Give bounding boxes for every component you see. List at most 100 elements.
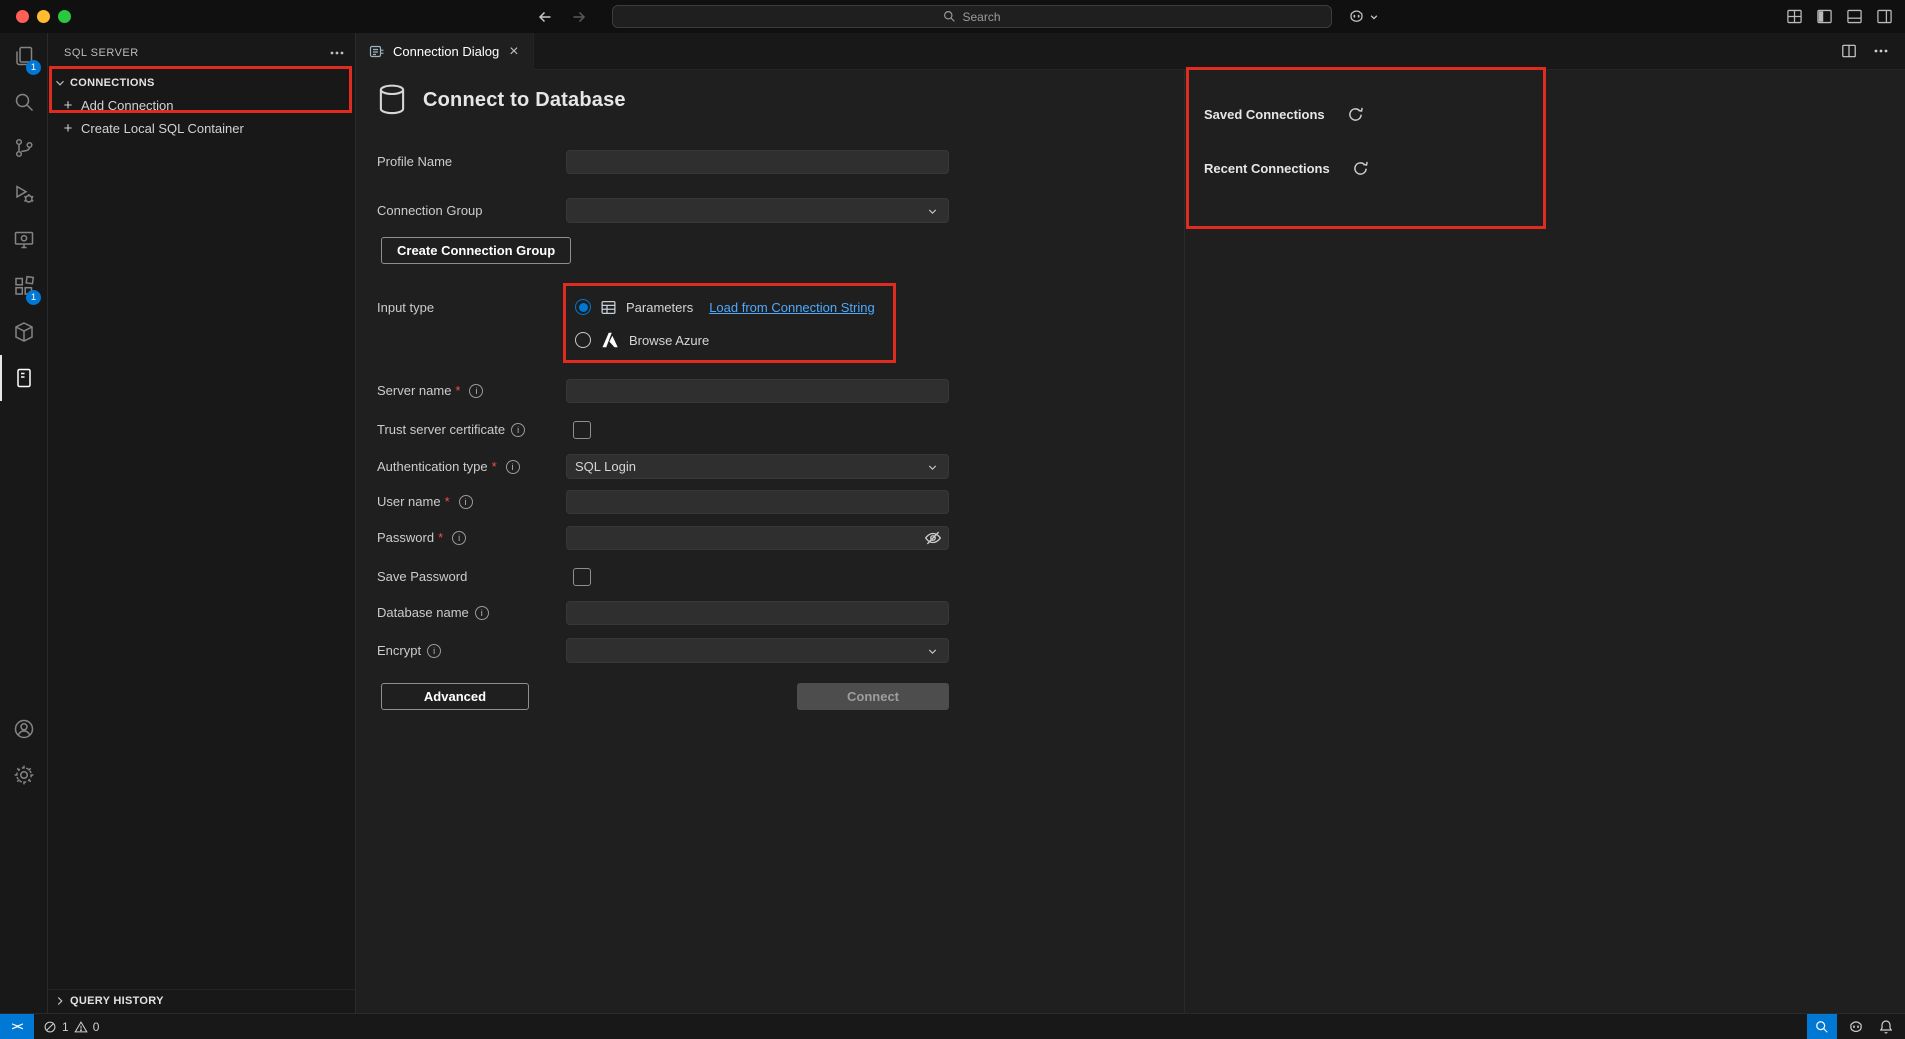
explorer-badge: 1 (26, 60, 41, 75)
activity-explorer[interactable]: 1 (0, 33, 48, 79)
activity-extensions[interactable]: 1 (0, 263, 48, 309)
password-label: Password* i (377, 530, 566, 545)
activity-source-control[interactable] (0, 125, 48, 171)
input-type-label: Input type (377, 300, 566, 315)
profile-name-input[interactable] (566, 150, 949, 174)
info-icon[interactable]: i (469, 384, 483, 398)
chevron-down-icon (926, 205, 939, 218)
problems-indicator[interactable]: 1 0 (43, 1020, 99, 1034)
refresh-icon[interactable] (1352, 160, 1369, 177)
split-editor-icon[interactable] (1841, 43, 1857, 59)
more-actions-icon[interactable] (1873, 43, 1889, 59)
remote-indicator[interactable]: >< (0, 1014, 34, 1039)
toggle-panel-icon[interactable] (1846, 8, 1863, 25)
info-icon[interactable]: i (452, 531, 466, 545)
search-icon (943, 10, 956, 23)
activity-accounts[interactable] (0, 706, 48, 752)
trust-cert-checkbox[interactable] (573, 421, 591, 439)
toggle-sidebar-icon[interactable] (1816, 8, 1833, 25)
more-actions-icon[interactable] (329, 45, 345, 61)
connection-dialog-content: Connect to Database Profile Name Connect… (357, 70, 1905, 1013)
browse-azure-radio[interactable] (575, 332, 591, 348)
save-password-label: Save Password (377, 569, 566, 584)
server-name-input[interactable] (566, 379, 949, 403)
sidebar-item-create-local-sql-container[interactable]: + Create Local SQL Container (48, 117, 355, 139)
command-center-search[interactable]: Search (612, 5, 1332, 28)
activity-remote-explorer[interactable] (0, 217, 48, 263)
package-icon (12, 320, 36, 344)
connect-button[interactable]: Connect (797, 683, 949, 710)
zoom-status-item[interactable] (1807, 1014, 1837, 1039)
remote-icon: >< (12, 1021, 23, 1033)
load-connection-string-link[interactable]: Load from Connection String (709, 300, 874, 315)
tab-label: Connection Dialog (393, 44, 499, 59)
connection-dialog-tab-icon (369, 44, 385, 60)
extensions-badge: 1 (26, 290, 41, 305)
save-password-checkbox[interactable] (573, 568, 591, 586)
info-icon[interactable]: i (511, 423, 525, 437)
chevron-down-icon (53, 76, 67, 90)
profile-name-label: Profile Name (377, 154, 566, 169)
back-icon[interactable] (534, 6, 556, 28)
activity-sql-server[interactable] (0, 355, 48, 401)
editor-area: Connection Dialog × Connect to Dat (357, 33, 1905, 1013)
connections-section-header[interactable]: CONNECTIONS (48, 72, 355, 94)
create-container-label: Create Local SQL Container (81, 121, 244, 136)
recent-connections-title: Recent Connections (1204, 161, 1330, 176)
auth-type-dropdown[interactable]: SQL Login (566, 454, 949, 479)
info-icon[interactable]: i (475, 606, 489, 620)
password-input[interactable] (566, 526, 949, 550)
eye-off-icon[interactable] (924, 529, 942, 547)
toggle-secondary-sidebar-icon[interactable] (1876, 8, 1893, 25)
warning-icon (74, 1020, 88, 1034)
refresh-icon[interactable] (1347, 106, 1364, 123)
auth-type-value: SQL Login (575, 459, 636, 474)
parameters-radio[interactable] (575, 299, 591, 315)
copilot-status-icon[interactable] (1845, 1019, 1867, 1035)
close-window-button[interactable] (16, 10, 29, 23)
connection-group-label: Connection Group (377, 203, 566, 218)
query-history-section-header[interactable]: QUERY HISTORY (48, 989, 355, 1011)
info-icon[interactable]: i (427, 644, 441, 658)
activity-settings[interactable] (0, 752, 48, 798)
notifications-bell-icon[interactable] (1875, 1019, 1897, 1035)
source-control-icon (12, 136, 36, 160)
status-bar: >< 1 0 (0, 1013, 1905, 1039)
activity-bar-bottom (0, 706, 48, 798)
error-count: 1 (62, 1020, 69, 1034)
info-icon[interactable]: i (459, 495, 473, 509)
chevron-down-icon (926, 645, 939, 658)
status-bar-right (1807, 1014, 1905, 1039)
zoom-window-button[interactable] (58, 10, 71, 23)
activity-search[interactable] (0, 79, 48, 125)
activity-database-projects[interactable] (0, 309, 48, 355)
encrypt-label: Encrypt i (377, 643, 566, 658)
minimize-window-button[interactable] (37, 10, 50, 23)
connection-group-dropdown[interactable] (566, 198, 949, 223)
activity-run-debug[interactable] (0, 171, 48, 217)
forward-icon[interactable] (568, 6, 590, 28)
app-window: Search (0, 0, 1905, 1039)
create-connection-group-button[interactable]: Create Connection Group (381, 237, 571, 264)
tab-connection-dialog[interactable]: Connection Dialog × (357, 33, 534, 70)
tab-bar: Connection Dialog × (357, 33, 1905, 70)
copilot-icon (1348, 8, 1365, 25)
connections-section-label: CONNECTIONS (70, 77, 155, 89)
sidebar-title: SQL SERVER (64, 47, 139, 59)
customize-layout-icon[interactable] (1786, 8, 1803, 25)
connections-browser-pane: Saved Connections Recent Connections (1184, 70, 1905, 1013)
copilot-menu[interactable] (1348, 6, 1379, 27)
saved-connections-title: Saved Connections (1204, 107, 1325, 122)
user-name-label: User name* i (377, 494, 566, 509)
search-placeholder: Search (962, 10, 1000, 24)
database-name-input[interactable] (566, 601, 949, 625)
sidebar-item-add-connection[interactable]: + Add Connection (48, 94, 355, 116)
info-icon[interactable]: i (506, 460, 520, 474)
advanced-button[interactable]: Advanced (381, 683, 529, 710)
parameters-label: Parameters (626, 300, 693, 315)
editor-actions (1841, 33, 1905, 69)
titlebar: Search (0, 0, 1905, 33)
encrypt-dropdown[interactable] (566, 638, 949, 663)
user-name-input[interactable] (566, 490, 949, 514)
close-icon[interactable]: × (507, 44, 520, 60)
